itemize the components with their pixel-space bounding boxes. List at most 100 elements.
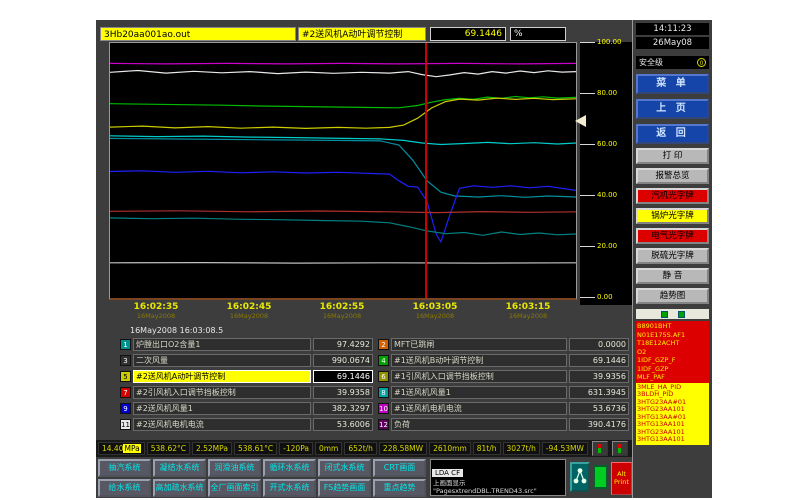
- screen-button[interactable]: 凝结水系统: [153, 459, 206, 477]
- network-icon[interactable]: [570, 462, 590, 492]
- sidebar-button-fgd-annunc[interactable]: 脱硫光字牌: [636, 248, 709, 264]
- trend-pen-icon[interactable]: [592, 441, 608, 456]
- alarm-tag[interactable]: B8901BHT: [637, 322, 708, 331]
- y-tick-label: 60.00: [597, 140, 617, 148]
- legend-label: #1送风机风量1: [391, 386, 567, 399]
- time-tick-time: 16:02:45: [227, 302, 272, 312]
- trace-color-swatch: 11: [120, 419, 131, 430]
- legend-value: 97.4292: [313, 338, 373, 351]
- alarm-tag[interactable]: 3HTG23AA101: [637, 406, 708, 414]
- alarm-tag[interactable]: T18E12ACHT: [637, 339, 708, 348]
- legend-label: MFT已跳闸: [391, 338, 567, 351]
- legend-row[interactable]: 3二次风量990.0674: [120, 354, 373, 367]
- trend-plot-area[interactable]: [109, 42, 577, 300]
- sidebar-button-page-up[interactable]: 上 页: [636, 99, 709, 119]
- y-tick-label: 100.00: [597, 38, 622, 46]
- legend-label: #1引风机入口调节挡板控制: [391, 370, 567, 383]
- trace-炉膛出口O2含量1: [110, 63, 576, 64]
- sidebar-button-back[interactable]: 返 回: [636, 124, 709, 144]
- alarm-tag[interactable]: O2: [637, 348, 708, 357]
- display-icon[interactable]: [593, 465, 608, 489]
- trend-cursor-line[interactable]: [425, 43, 427, 298]
- trace-color-swatch: 4: [378, 355, 389, 366]
- sidebar-buttons: 菜 单上 页返 回打 印报警总览汽机光字牌锅炉光字牌电气光字牌脱硫光字牌静 音趋…: [636, 69, 709, 304]
- legend-row[interactable]: 4#1送风机B动叶调节控制69.1446: [378, 354, 629, 367]
- alarm-tag[interactable]: MLF_PAF: [637, 373, 708, 382]
- alarm-page-icon[interactable]: [678, 311, 685, 318]
- screen-button[interactable]: 开式水系统: [263, 479, 316, 497]
- pen-green-mark: [618, 448, 621, 453]
- legend-row[interactable]: 10#1送风机电机电流53.6736: [378, 402, 629, 415]
- trend-pen-icon[interactable]: [612, 441, 628, 456]
- alarm-tag[interactable]: 3HTG23AA101: [637, 429, 708, 437]
- alarm-tag[interactable]: 3HTG13AA101: [637, 421, 708, 429]
- legend-row[interactable]: 8#1送风机风量1631.3945: [378, 386, 629, 399]
- legend-label: #2送风机风量1: [133, 402, 311, 415]
- screen-button[interactable]: CRT画面: [373, 459, 426, 477]
- legend-row[interactable]: 5#2送风机A动叶调节控制69.1446: [120, 370, 373, 383]
- status-value: 228.58MW: [379, 442, 427, 455]
- legend-label: 负荷: [391, 418, 567, 431]
- legend-value: 39.9358: [313, 386, 373, 399]
- alarm-tag[interactable]: 1IDF_GZP_F: [637, 356, 708, 365]
- trend-lines: [110, 43, 576, 298]
- status-value: -94.53MW: [542, 442, 588, 455]
- sidebar-button-alarm-summary[interactable]: 报警总览: [636, 168, 709, 184]
- legend-label: 炉膛出口O2含量1: [133, 338, 311, 351]
- legend-row[interactable]: 2MFT已跳闸0.0000: [378, 338, 629, 351]
- point-tag-field[interactable]: 3Hb20aa001ao.out: [100, 27, 296, 41]
- alarm-tag[interactable]: 3MLE_HA_PID: [637, 384, 708, 392]
- screen-button[interactable]: 循环水系统: [263, 459, 316, 477]
- screen-button[interactable]: 抽汽系统: [98, 459, 151, 477]
- sidebar-button-electric-annunc[interactable]: 电气光字牌: [636, 228, 709, 244]
- sidebar-button-print[interactable]: 打 印: [636, 148, 709, 164]
- sidebar: 14:11:23 26May08 安全级 0 菜 单上 页返 回打 印报警总览汽…: [632, 20, 712, 498]
- legend-row[interactable]: 11#2送风机电机电流53.6006: [120, 418, 373, 431]
- legend-label: #1送风机B动叶调节控制: [391, 354, 567, 367]
- time-tick: 16:03:0516May2008: [413, 302, 458, 320]
- screen-button[interactable]: 全厂画面索引: [208, 479, 261, 497]
- sidebar-button-mute[interactable]: 静 音: [636, 268, 709, 284]
- alarm-tag[interactable]: N01E175S.AF1: [637, 331, 708, 340]
- screen-button[interactable]: 给水系统: [98, 479, 151, 497]
- message-console[interactable]: LDA CF 上画面显示 "PagesxtrendDBL.TREND43.src…: [430, 459, 566, 496]
- sidebar-button-trend[interactable]: 趋势图: [636, 288, 709, 304]
- alarm-tag[interactable]: 3HTG23AA#01: [637, 399, 708, 407]
- dcs-window: 3Hb20aa001ao.out #2送风机A动叶调节控制 69.1446 % …: [96, 20, 712, 498]
- legend-row[interactable]: 7#2引风机入口调节挡板控制39.9358: [120, 386, 373, 399]
- legend-column-left: 1炉膛出口O2含量197.4292 3二次风量990.0674 5#2送风机A动叶调…: [120, 338, 373, 431]
- alarm-tag[interactable]: 3BLDH_PID: [637, 391, 708, 399]
- value-pointer-icon[interactable]: [575, 115, 586, 127]
- legend-row[interactable]: 6#1引风机入口调节挡板控制39.9356: [378, 370, 629, 383]
- sidebar-button-boiler-annunc[interactable]: 锅炉光字牌: [636, 208, 709, 224]
- alarm-ack-icon[interactable]: [661, 311, 668, 318]
- screen-button[interactable]: 润滑油系统: [208, 459, 261, 477]
- screen-button[interactable]: 闭式水系统: [318, 459, 371, 477]
- cursor-timestamp: 16May2008 16:03:08.5: [130, 326, 223, 335]
- status-value: -120Pa: [279, 442, 313, 455]
- legend-row[interactable]: 9#2送风机风量1382.3297: [120, 402, 373, 415]
- alarm-tag[interactable]: 3HTG13AA#01: [637, 414, 708, 422]
- alarm-tag[interactable]: 3HTG13AA101: [637, 436, 708, 444]
- y-tick: [580, 297, 595, 298]
- date-display: 26May08: [636, 37, 709, 49]
- y-tick: [580, 42, 595, 43]
- status-value: 0mm: [315, 442, 342, 455]
- trend-title: #2送风机A动叶调节控制: [298, 27, 426, 41]
- legend-label: 二次风量: [133, 354, 311, 367]
- time-tick: 16:02:5516May2008: [320, 302, 365, 320]
- screen-button[interactable]: 重点趋势: [373, 479, 426, 497]
- console-line: 上画面显示: [431, 479, 565, 487]
- screen-button[interactable]: FS趋势画面: [318, 479, 371, 497]
- time-tick-date: 16May2008: [506, 312, 551, 320]
- status-value: 14.40MPa: [98, 442, 145, 455]
- alarm-tag[interactable]: 1IDF_GZP: [637, 365, 708, 374]
- screen-button[interactable]: 高加疏水系统: [153, 479, 206, 497]
- legend-row[interactable]: 1炉膛出口O2含量197.4292: [120, 338, 373, 351]
- sidebar-button-turbine-annunc[interactable]: 汽机光字牌: [636, 188, 709, 204]
- sidebar-button-menu[interactable]: 菜 单: [636, 74, 709, 94]
- legend-row[interactable]: 12负荷390.4176: [378, 418, 629, 431]
- alt-print-button[interactable]: Alt Print: [611, 462, 632, 495]
- status-value: 2610mm: [429, 442, 471, 455]
- trace-负荷: [110, 211, 576, 213]
